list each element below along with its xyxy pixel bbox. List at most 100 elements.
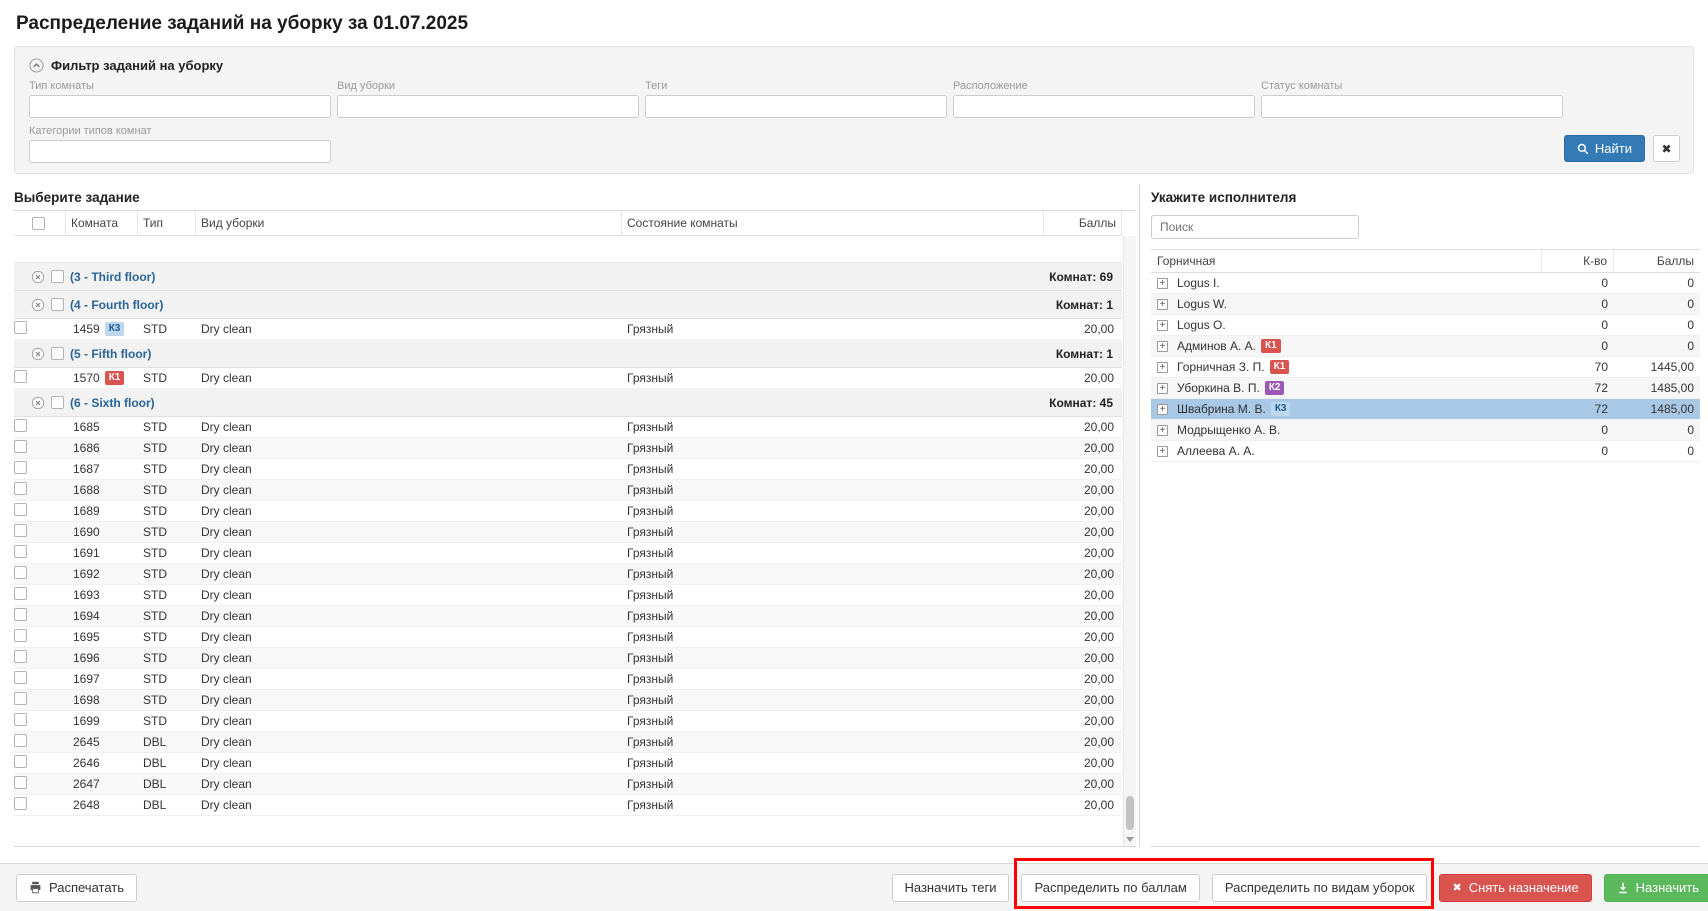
filter-collapse-icon[interactable] [29, 58, 44, 73]
filter-panel: Фильтр заданий на уборку Тип комнатыВид … [14, 46, 1694, 174]
task-row[interactable]: 1698STDDry cleanГрязный20,00 [14, 690, 1122, 711]
floor-group-link[interactable]: (4 - Fourth floor) [70, 298, 163, 312]
group-select-checkbox[interactable] [51, 396, 64, 409]
expand-icon[interactable]: + [1157, 278, 1168, 289]
room-number: 1687 [73, 462, 100, 476]
task-checkbox[interactable] [14, 692, 27, 705]
task-checkbox[interactable] [14, 755, 27, 768]
expand-icon[interactable]: + [1157, 299, 1168, 310]
task-checkbox[interactable] [14, 566, 27, 579]
scrollbar-thumb[interactable] [1126, 796, 1134, 830]
task-row[interactable]: 1686STDDry cleanГрязный20,00 [14, 438, 1122, 459]
task-row[interactable]: 1459К3STDDry cleanГрязный20,00 [14, 319, 1122, 340]
task-checkbox[interactable] [14, 776, 27, 789]
scrollbar-down-arrow-icon[interactable] [1126, 837, 1134, 842]
assign-tags-button[interactable]: Назначить теги [892, 874, 1010, 902]
floor-group-link[interactable]: (5 - Fifth floor) [70, 347, 151, 361]
executor-row[interactable]: +Аллеева А. А.00 [1151, 441, 1700, 462]
vertical-scrollbar[interactable] [1123, 236, 1136, 846]
task-row[interactable]: 1691STDDry cleanГрязный20,00 [14, 543, 1122, 564]
group-collapse-icon[interactable] [31, 270, 45, 284]
executor-row[interactable]: +Logus O.00 [1151, 315, 1700, 336]
filter-field-input[interactable] [29, 140, 331, 163]
task-checkbox[interactable] [14, 797, 27, 810]
room-state: Грязный [622, 735, 1044, 749]
task-row[interactable]: 1693STDDry cleanГрязный20,00 [14, 585, 1122, 606]
filter-field-input[interactable] [953, 95, 1255, 118]
task-row[interactable]: 1687STDDry cleanГрязный20,00 [14, 459, 1122, 480]
executor-search-input[interactable] [1151, 215, 1359, 239]
unassign-button[interactable]: ✖ Снять назначение [1439, 874, 1591, 902]
group-select-checkbox[interactable] [51, 347, 64, 360]
task-row[interactable]: 1689STDDry cleanГрязный20,00 [14, 501, 1122, 522]
floor-group-link[interactable]: (6 - Sixth floor) [70, 396, 155, 410]
filter-field-input[interactable] [645, 95, 947, 118]
task-points: 20,00 [1044, 420, 1122, 434]
task-row[interactable]: 2648DBLDry cleanГрязный20,00 [14, 795, 1122, 816]
expand-icon[interactable]: + [1157, 425, 1168, 436]
print-button[interactable]: Распечатать [16, 874, 137, 902]
filter-field-input[interactable] [337, 95, 639, 118]
task-row[interactable]: 1694STDDry cleanГрязный20,00 [14, 606, 1122, 627]
select-all-checkbox[interactable] [32, 217, 45, 230]
task-row[interactable]: 1688STDDry cleanГрязный20,00 [14, 480, 1122, 501]
executor-row[interactable]: +Logus I.00 [1151, 273, 1700, 294]
task-row[interactable]: 1696STDDry cleanГрязный20,00 [14, 648, 1122, 669]
executor-row[interactable]: +Горничная З. П.К1701445,00 [1151, 357, 1700, 378]
filter-field-input[interactable] [29, 95, 331, 118]
group-collapse-icon[interactable] [31, 298, 45, 312]
task-checkbox[interactable] [14, 713, 27, 726]
filter-field-input[interactable] [1261, 95, 1563, 118]
task-checkbox[interactable] [14, 461, 27, 474]
task-row[interactable]: 1570К1STDDry cleanГрязный20,00 [14, 368, 1122, 389]
expand-icon[interactable]: + [1157, 320, 1168, 331]
expand-icon[interactable]: + [1157, 341, 1168, 352]
executor-row[interactable]: +Админов А. А.К100 [1151, 336, 1700, 357]
executor-row[interactable]: +Уборкина В. П.К2721485,00 [1151, 378, 1700, 399]
group-select-checkbox[interactable] [51, 298, 64, 311]
clear-filter-button[interactable]: ✖ [1653, 135, 1680, 162]
task-row[interactable]: 2646DBLDry cleanГрязный20,00 [14, 753, 1122, 774]
expand-icon[interactable]: + [1157, 446, 1168, 457]
distribute-by-points-button[interactable]: Распределить по баллам [1021, 874, 1199, 902]
task-checkbox[interactable] [14, 370, 27, 383]
task-row[interactable]: 1697STDDry cleanГрязный20,00 [14, 669, 1122, 690]
task-checkbox[interactable] [14, 608, 27, 621]
expand-icon[interactable]: + [1157, 383, 1168, 394]
task-checkbox[interactable] [14, 545, 27, 558]
executor-row[interactable]: +Швабрина М. В.К3721485,00 [1151, 399, 1700, 420]
assign-button[interactable]: Назначить [1604, 874, 1708, 902]
task-row[interactable]: 1685STDDry cleanГрязный20,00 [14, 417, 1122, 438]
task-row[interactable]: 2647DBLDry cleanГрязный20,00 [14, 774, 1122, 795]
task-checkbox[interactable] [14, 524, 27, 537]
task-row[interactable]: 1690STDDry cleanГрязный20,00 [14, 522, 1122, 543]
task-checkbox[interactable] [14, 671, 27, 684]
task-checkbox[interactable] [14, 629, 27, 642]
floor-group-link[interactable]: (3 - Third floor) [70, 270, 155, 284]
task-row[interactable]: 1692STDDry cleanГрязный20,00 [14, 564, 1122, 585]
expand-icon[interactable]: + [1157, 362, 1168, 373]
task-checkbox[interactable] [14, 321, 27, 334]
task-checkbox[interactable] [14, 482, 27, 495]
executor-row[interactable]: +Модрыщенко А. В.00 [1151, 420, 1700, 441]
group-select-checkbox[interactable] [51, 270, 64, 283]
find-button[interactable]: Найти [1564, 135, 1645, 162]
task-checkbox[interactable] [14, 440, 27, 453]
group-collapse-icon[interactable] [31, 347, 45, 361]
task-checkbox[interactable] [14, 503, 27, 516]
task-checkbox[interactable] [14, 419, 27, 432]
task-checkbox[interactable] [14, 734, 27, 747]
task-points: 20,00 [1044, 546, 1122, 560]
task-points: 20,00 [1044, 441, 1122, 455]
expand-icon[interactable]: + [1157, 404, 1168, 415]
executor-row[interactable]: +Logus W.00 [1151, 294, 1700, 315]
group-collapse-icon[interactable] [31, 396, 45, 410]
task-checkbox[interactable] [14, 650, 27, 663]
executor-qty: 72 [1542, 402, 1614, 416]
task-row[interactable]: 2645DBLDry cleanГрязный20,00 [14, 732, 1122, 753]
task-row[interactable]: 1699STDDry cleanГрязный20,00 [14, 711, 1122, 732]
cleaning-type: Dry clean [196, 567, 622, 581]
task-row[interactable]: 1695STDDry cleanГрязный20,00 [14, 627, 1122, 648]
task-checkbox[interactable] [14, 587, 27, 600]
distribute-by-types-button[interactable]: Распределить по видам уборок [1212, 874, 1428, 902]
